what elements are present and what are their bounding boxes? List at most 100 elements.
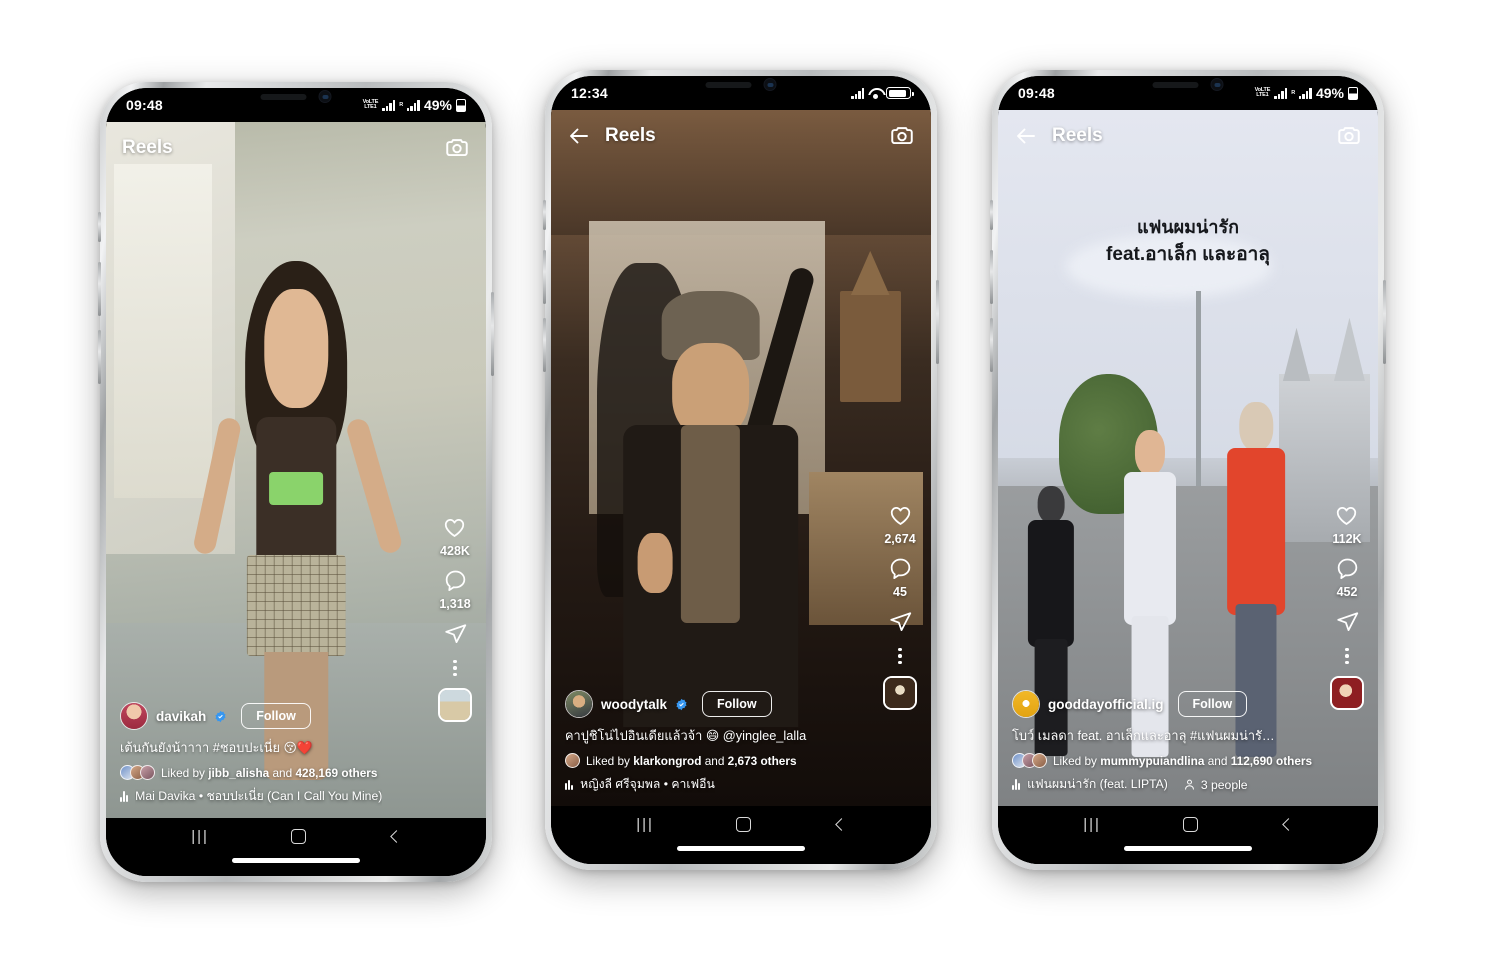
camera-icon[interactable]: [889, 123, 915, 149]
silent-switch-1[interactable]: [98, 212, 101, 242]
post-caption-1[interactable]: เต้นกันยังน้าาาา #ชอบปะเนี่ย 😚❤️: [120, 737, 388, 758]
volume-up-button-3[interactable]: [990, 250, 993, 304]
more-options-icon[interactable]: [453, 659, 457, 676]
audio-title-3: แฟนผมน่ารัก (feat. LIPTA): [1027, 777, 1168, 791]
share-icon: [889, 611, 911, 631]
signal-bars-icon-1: [382, 99, 396, 111]
volume-up-button-1[interactable]: [98, 262, 101, 316]
action-rail-3: 112K 452: [1330, 503, 1364, 710]
system-nav-bar-2: |||: [551, 806, 931, 864]
home-icon[interactable]: [1183, 816, 1199, 832]
follow-button-2[interactable]: Follow: [702, 691, 772, 717]
comment-action-2[interactable]: 45: [888, 556, 913, 599]
like-action-2[interactable]: 2,674: [884, 503, 916, 546]
home-icon[interactable]: [736, 816, 752, 832]
camera-icon[interactable]: [1336, 123, 1362, 149]
comment-icon: [445, 570, 465, 591]
roaming-indicator-1: R: [399, 101, 403, 108]
camera-icon[interactable]: [444, 135, 470, 161]
audio-row-2[interactable]: หญิงลี ศรีจุมพล • คาเฟอีน: [565, 775, 917, 794]
likes-row-3[interactable]: Liked by mummypuiandlina and 112,690 oth…: [1012, 753, 1364, 768]
avatar[interactable]: [565, 690, 593, 718]
reel-video-2[interactable]: Reels 2,674 45 woodytalk Follow คาปูชิโน…: [551, 110, 931, 806]
comment-action-1[interactable]: 1,318: [439, 568, 471, 611]
status-bar-2: 12:34: [551, 76, 931, 110]
back-icon[interactable]: [834, 817, 848, 831]
reel-video-1[interactable]: Reels 428K 1,318 davikah Follow เต้นกันย…: [106, 122, 486, 818]
likes-row-1[interactable]: Liked by jibb_alisha and 428,169 others: [120, 765, 472, 780]
home-icon[interactable]: [291, 828, 307, 844]
home-indicator-3[interactable]: [1124, 846, 1252, 851]
wifi-icon: [868, 88, 882, 99]
recents-icon[interactable]: |||: [636, 817, 654, 832]
back-icon[interactable]: [389, 829, 403, 843]
audio-note-icon: [565, 779, 574, 790]
overlay-feat-label: feat.: [1106, 244, 1146, 266]
status-bar-3: 09:48 VoLTE LTE1 R 49%: [998, 76, 1378, 110]
volume-down-button-3[interactable]: [990, 318, 993, 372]
likes-text-1: Liked by jibb_alisha and 428,169 others: [161, 765, 378, 780]
person-icon: [1184, 779, 1194, 790]
comment-icon: [1337, 558, 1357, 579]
recents-icon[interactable]: |||: [191, 829, 209, 844]
front-camera-icon: [763, 78, 777, 91]
status-time-1: 09:48: [126, 97, 163, 113]
overlay-line-1: แฟนผมน่ารัก: [1136, 217, 1240, 238]
silent-switch-3[interactable]: [990, 200, 993, 230]
comment-action-3[interactable]: 452: [1335, 556, 1360, 599]
post-meta-3: gooddayofficial.ig Follow โบว์ เมลดา fea…: [998, 680, 1378, 806]
likes-row-2[interactable]: Liked by klarkongrod and 2,673 others: [565, 753, 917, 768]
phone-body-3: 09:48 VoLTE LTE1 R 49% แฟนผมน่ารัก feat.…: [998, 76, 1378, 864]
follow-button-1[interactable]: Follow: [241, 703, 311, 729]
volume-down-button-1[interactable]: [98, 330, 101, 384]
like-action-1[interactable]: 428K: [440, 515, 470, 558]
power-button-2[interactable]: [936, 280, 939, 364]
app-bar-1: Reels: [106, 122, 486, 174]
post-caption-3[interactable]: โบว์ เมลดา feat. อาเล็กและอาลุ #แฟนผมน่า…: [1012, 725, 1280, 746]
avatar[interactable]: [1012, 690, 1040, 718]
volte-indicator-1: VoLTE LTE1: [362, 99, 379, 110]
username-3[interactable]: gooddayofficial.ig: [1048, 697, 1164, 712]
avatar[interactable]: [120, 702, 148, 730]
silent-switch-2[interactable]: [543, 200, 546, 230]
more-options-icon[interactable]: [1345, 647, 1349, 664]
post-caption-2[interactable]: คาปูชิโน่ไปอินเดียแล้วจ้า 😄 @yinglee_lal…: [565, 725, 833, 746]
dynamic-island-1: [260, 90, 332, 103]
reel-video-3[interactable]: แฟนผมน่ารัก feat.อาเล็ก และอาลุ Reels 11…: [998, 110, 1378, 806]
like-action-3[interactable]: 112K: [1332, 503, 1362, 546]
phone-body-2: 12:34 Reels 2,674 45 woodytalk Follow คา…: [551, 76, 931, 864]
tagged-people-chip-3[interactable]: 3 people: [1183, 778, 1248, 792]
home-indicator-1[interactable]: [232, 858, 360, 863]
power-button-3[interactable]: [1383, 280, 1386, 364]
battery-icon-3: [1348, 86, 1358, 100]
power-button-1[interactable]: [491, 292, 494, 376]
share-action-3[interactable]: [1335, 609, 1360, 634]
username-2[interactable]: woodytalk: [601, 697, 667, 712]
audio-row-3[interactable]: แฟนผมน่ารัก (feat. LIPTA) 3 people: [1012, 775, 1364, 794]
status-time-2: 12:34: [571, 85, 608, 101]
volume-down-button-2[interactable]: [543, 318, 546, 372]
back-arrow-icon[interactable]: [567, 124, 591, 148]
comment-count-3: 452: [1336, 584, 1358, 599]
comment-count-2: 45: [893, 584, 907, 599]
liker-facepile-3: [1012, 753, 1047, 768]
recents-icon[interactable]: |||: [1083, 817, 1101, 832]
home-indicator-2[interactable]: [677, 846, 805, 851]
back-arrow-icon[interactable]: [1014, 124, 1038, 148]
follow-button-3[interactable]: Follow: [1177, 691, 1248, 717]
username-1[interactable]: davikah: [156, 709, 206, 724]
front-camera-icon: [318, 90, 332, 103]
audio-row-1[interactable]: Mai Davika • ชอบปะเนี่ย (Can I Call You …: [120, 787, 472, 806]
more-options-icon[interactable]: [898, 647, 902, 664]
back-icon[interactable]: [1281, 817, 1295, 831]
share-action-1[interactable]: [443, 621, 468, 646]
phone-screen-1: 09:48 VoLTE LTE1 R 49% Reels 428K 1,318 …: [106, 88, 486, 876]
verified-badge-icon: [215, 710, 226, 722]
share-action-2[interactable]: [888, 609, 913, 634]
heart-icon: [890, 506, 910, 525]
phone-mockup-3: 09:48 VoLTE LTE1 R 49% แฟนผมน่ารัก feat.…: [990, 70, 1386, 870]
status-icons-2: [851, 87, 914, 99]
volume-up-button-2[interactable]: [543, 250, 546, 304]
overlay-line-2: feat.อาเล็ก และอาลุ: [998, 241, 1378, 270]
dynamic-island-3: [1152, 78, 1224, 91]
